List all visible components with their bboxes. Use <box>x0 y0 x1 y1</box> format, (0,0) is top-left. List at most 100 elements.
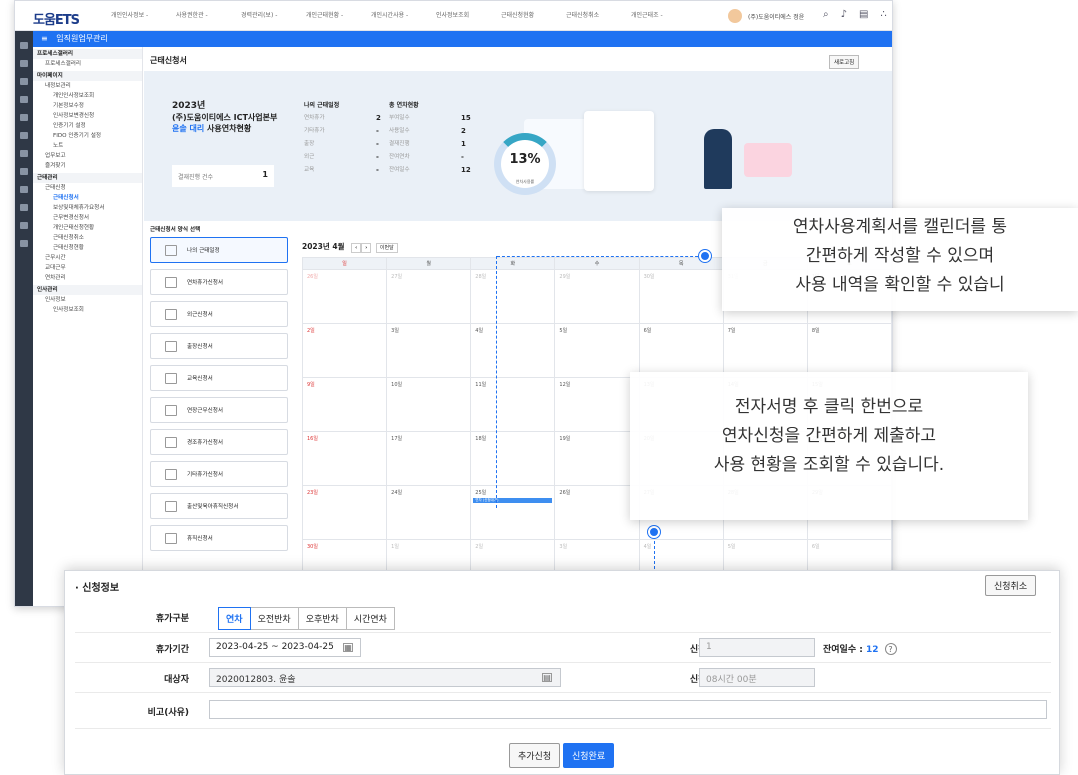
calendar-day[interactable]: 8일 <box>807 324 892 378</box>
sidebar-subitem[interactable]: 개인인사정보조회 <box>33 91 142 101</box>
leave-type-option[interactable]: 시간연차 <box>345 607 395 630</box>
rail-icon[interactable] <box>20 222 28 229</box>
calendar-icon[interactable]: ▦ <box>343 643 353 652</box>
calendar-day[interactable]: 12일 <box>555 378 640 432</box>
calendar-day[interactable]: 25일 연차 (신청대기) <box>471 486 556 540</box>
bell-icon[interactable]: ♪ <box>841 9 847 20</box>
sidebar-subitem[interactable]: 근무변경신청서 <box>33 213 142 223</box>
tab-item[interactable]: 개인근태현황 - <box>306 10 367 22</box>
sidebar-subitem[interactable]: 개인근태신청현황 <box>33 223 142 233</box>
calendar-day[interactable]: 23일 <box>303 486 388 540</box>
calendar-day[interactable]: 4일 <box>471 324 556 378</box>
calendar-day[interactable]: 26일 <box>303 270 388 324</box>
sidebar-item[interactable]: 근무시간 <box>33 253 142 263</box>
sidebar-group[interactable]: 인사관리 <box>33 285 142 295</box>
calendar-day[interactable]: 9일 <box>303 378 388 432</box>
tab-item[interactable]: 개인근태조 - <box>631 10 692 22</box>
form-option[interactable]: 나의 근태일정 <box>150 237 288 263</box>
sidebar-subitem[interactable]: FIDO 인증기기 설정 <box>33 131 142 141</box>
sidebar-subitem[interactable]: 보상및대체휴가요청서 <box>33 203 142 213</box>
user-menu[interactable]: (주)도움이티에스 정윤 <box>728 9 804 23</box>
form-option[interactable]: 외근신청서 <box>150 301 288 327</box>
calendar-day[interactable]: 16일 <box>303 432 388 486</box>
calendar-day[interactable]: 28일 <box>471 270 556 324</box>
tab-item[interactable]: 근태신청취소 <box>566 10 627 22</box>
rail-icon[interactable] <box>20 60 28 67</box>
form-option[interactable]: 연차휴가신청서 <box>150 269 288 295</box>
rail-icon[interactable] <box>20 150 28 157</box>
rail-icon[interactable] <box>20 114 28 121</box>
calendar-day[interactable]: 10일 <box>387 378 472 432</box>
rail-icon[interactable] <box>20 132 28 139</box>
sidebar-subitem-active[interactable]: 근태신청서 <box>33 193 142 203</box>
sidebar-subitem[interactable]: 근태신청현황 <box>33 243 142 253</box>
tab-item[interactable]: 경력관리(보) - <box>241 10 302 22</box>
sidebar-subitem[interactable]: 인증기기 설정 <box>33 121 142 131</box>
refresh-button[interactable]: 새로고침 <box>829 55 860 69</box>
sidebar-subitem[interactable]: 기본정보수정 <box>33 101 142 111</box>
help-icon[interactable]: ? <box>884 643 897 655</box>
search-icon[interactable]: ⌕ <box>823 9 829 20</box>
hamburger-icon[interactable]: ≡ <box>41 34 48 43</box>
rail-icon[interactable] <box>20 96 28 103</box>
tab-item[interactable]: 사용권한관 - <box>176 10 237 22</box>
sidebar-item[interactable]: 교대근무 <box>33 263 142 273</box>
form-option[interactable]: 출장신청서 <box>150 333 288 359</box>
rail-icon[interactable] <box>20 186 28 193</box>
rail-icon[interactable] <box>20 240 28 247</box>
note-input[interactable] <box>209 700 1047 719</box>
sidebar-item[interactable]: 인사정보 <box>33 295 142 305</box>
submit-button[interactable]: 신청완료 <box>563 743 615 768</box>
tab-item[interactable]: 개인인사정보 - <box>111 10 172 22</box>
form-option[interactable]: 휴직신청서 <box>150 525 288 551</box>
leave-type-option[interactable]: 연차 <box>218 607 251 630</box>
calendar-event[interactable]: 연차 (신청대기) <box>473 498 553 503</box>
form-option[interactable]: 교육신청서 <box>150 365 288 391</box>
period-input[interactable]: 2023-04-25 ~ 2023-04-25 <box>209 638 361 657</box>
sidebar-subitem[interactable]: 근태신청취소 <box>33 233 142 243</box>
cancel-request-button[interactable]: 신청취소 <box>985 575 1037 596</box>
tab-item[interactable]: 인사정보조회 <box>436 10 497 22</box>
form-option[interactable]: 기타휴가신청서 <box>150 461 288 487</box>
form-option[interactable]: 출산및육아휴직신청서 <box>150 493 288 519</box>
calendar-day[interactable]: 27일 <box>387 270 472 324</box>
calendar-day[interactable]: 24일 <box>387 486 472 540</box>
calendar-day[interactable]: 26일 <box>555 486 640 540</box>
calendar-day[interactable]: 3일 <box>387 324 472 378</box>
form-option[interactable]: 경조휴가신청서 <box>150 429 288 455</box>
calendar-day[interactable]: 18일 <box>471 432 556 486</box>
sidebar-item[interactable]: 연차관리 <box>33 273 142 283</box>
calendar-day[interactable]: 6일 <box>639 324 724 378</box>
prev-month-button[interactable]: ‹ <box>351 243 362 253</box>
tab-item[interactable]: 근태신청현황 <box>501 10 562 22</box>
calendar-day[interactable]: 17일 <box>387 432 472 486</box>
sidebar-subitem[interactable]: 인사정보변경신청 <box>33 111 142 121</box>
calendar-day[interactable]: 19일 <box>555 432 640 486</box>
calendar-day[interactable]: 11일 <box>471 378 556 432</box>
sidebar-subitem[interactable]: 인사정보조회 <box>33 305 142 315</box>
leave-type-option[interactable]: 오후반차 <box>297 607 347 630</box>
rail-icon[interactable] <box>20 42 28 49</box>
document-icon[interactable]: ▤ <box>859 9 868 20</box>
sidebar-item[interactable]: 내정보관리 <box>33 81 142 91</box>
sidebar-item[interactable]: 즐겨찾기 <box>33 161 142 171</box>
sidebar-item[interactable]: 업무보고 <box>33 151 142 161</box>
calendar-day[interactable]: 5일 <box>555 324 640 378</box>
calendar-day[interactable]: 29일 <box>555 270 640 324</box>
org-icon[interactable]: ∴ <box>880 9 886 20</box>
add-request-button[interactable]: 추가신청 <box>509 743 561 768</box>
rail-icon[interactable] <box>20 78 28 85</box>
sidebar-group[interactable]: 근태관리 <box>33 173 142 183</box>
sidebar-item[interactable]: 근태신청 <box>33 183 142 193</box>
sidebar-item[interactable]: 프로세스갤러리 <box>33 59 142 69</box>
calendar-day[interactable]: 2일 <box>303 324 388 378</box>
this-month-button[interactable]: 이번달 <box>375 243 398 253</box>
form-option[interactable]: 연장근무신청서 <box>150 397 288 423</box>
sidebar-group[interactable]: 마이페이지 <box>33 71 142 81</box>
sidebar-subitem[interactable]: 노트 <box>33 141 142 151</box>
rail-icon[interactable] <box>20 204 28 211</box>
leave-type-option[interactable]: 오전반차 <box>249 607 299 630</box>
calendar-day[interactable]: 7일 <box>723 324 808 378</box>
sidebar-group[interactable]: 프로세스갤러리 <box>33 49 142 59</box>
rail-icon[interactable] <box>20 168 28 175</box>
